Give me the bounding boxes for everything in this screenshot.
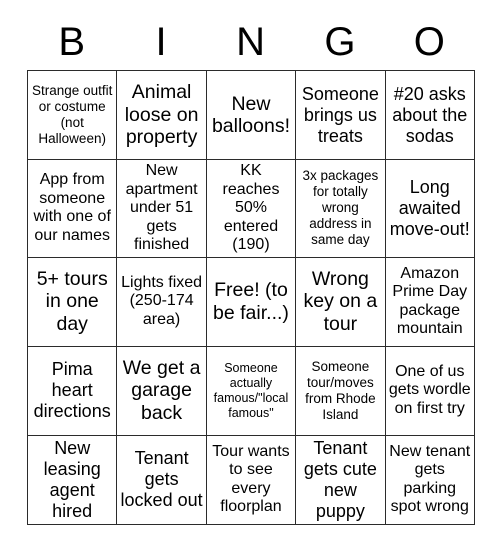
bingo-cell[interactable]: KK reaches 50% entered (190) bbox=[205, 159, 297, 258]
bingo-cell[interactable]: App from someone with one of our names bbox=[26, 159, 118, 258]
bingo-cell[interactable]: 3x packages for totally wrong address in… bbox=[295, 159, 386, 258]
bingo-header-letter-b: B bbox=[58, 20, 86, 64]
bingo-cell-label: Someone actually famous/"local famous" bbox=[213, 360, 289, 420]
bingo-row: Strange outfit or costume (not Halloween… bbox=[26, 70, 475, 160]
bingo-cell[interactable]: Wrong key on a tour bbox=[295, 256, 386, 347]
bingo-cell[interactable]: New balloons! bbox=[205, 70, 297, 160]
bingo-cell-label: Tour wants to see every floorplan bbox=[212, 442, 290, 516]
bingo-header-letter-i: I bbox=[155, 20, 167, 64]
bingo-cell-label: Lights fixed (250-174 area) bbox=[121, 273, 203, 328]
bingo-cell[interactable]: #20 asks about the sodas bbox=[384, 70, 475, 160]
bingo-cell-label: KK reaches 50% entered (190) bbox=[222, 162, 280, 253]
bingo-cell-label: #20 asks about the sodas bbox=[392, 83, 468, 146]
bingo-cell-label: App from someone with one of our names bbox=[33, 171, 111, 244]
bingo-row: 5+ tours in one day Lights fixed (250-17… bbox=[26, 256, 475, 347]
bingo-cell-label: New tenant gets parking spot wrong bbox=[389, 442, 471, 516]
bingo-free-space-label: Free! (to be fair...) bbox=[213, 279, 289, 324]
bingo-cell-label: Long awaited move-out! bbox=[389, 176, 470, 239]
bingo-cell[interactable]: New apartment under 51 gets finished bbox=[116, 159, 207, 258]
bingo-cell[interactable]: Someone actually famous/"local famous" bbox=[205, 345, 297, 436]
bingo-cell[interactable]: Amazon Prime Day package mountain bbox=[384, 256, 475, 347]
bingo-cell[interactable]: Someone tour/moves from Rhode Island bbox=[295, 345, 386, 436]
bingo-row: New leasing agent hired Tenant gets lock… bbox=[26, 434, 475, 525]
bingo-cell-label: 3x packages for totally wrong address in… bbox=[302, 168, 379, 248]
bingo-cell-label: We get a garage back bbox=[122, 356, 201, 424]
bingo-cell-label: New balloons! bbox=[211, 92, 290, 138]
bingo-cell[interactable]: Animal loose on property bbox=[116, 70, 207, 160]
bingo-cell-free[interactable]: Free! (to be fair...) bbox=[205, 256, 297, 347]
bingo-cell[interactable]: Tenant gets cute new puppy bbox=[295, 434, 386, 525]
bingo-cell[interactable]: Pima heart directions bbox=[26, 345, 118, 436]
bingo-cell-label: Someone brings us treats bbox=[301, 83, 379, 146]
bingo-row: Pima heart directions We get a garage ba… bbox=[26, 345, 475, 436]
bingo-cell-label: Animal loose on property bbox=[124, 81, 199, 149]
bingo-cell-label: Pima heart directions bbox=[33, 359, 111, 421]
bingo-cell-label: New apartment under 51 gets finished bbox=[125, 162, 198, 253]
bingo-cell[interactable]: New tenant gets parking spot wrong bbox=[384, 434, 475, 525]
bingo-header-letter-g: G bbox=[324, 20, 356, 64]
bingo-header-letter-o: O bbox=[413, 20, 445, 64]
bingo-cell[interactable]: Tour wants to see every floorplan bbox=[205, 434, 297, 525]
bingo-cell-label: One of us gets wordle on first try bbox=[388, 362, 471, 417]
bingo-cell[interactable]: Tenant gets locked out bbox=[116, 434, 207, 525]
bingo-card: B I N G O Strange outfit or costume (not… bbox=[26, 14, 475, 525]
bingo-cell[interactable]: 5+ tours in one day bbox=[26, 256, 118, 347]
bingo-cell-label: Tenant gets locked out bbox=[120, 448, 203, 510]
bingo-cell-label: Tenant gets cute new puppy bbox=[303, 437, 377, 521]
bingo-cell[interactable]: One of us gets wordle on first try bbox=[384, 345, 475, 436]
bingo-cell[interactable]: We get a garage back bbox=[116, 345, 207, 436]
bingo-cell-label: New leasing agent hired bbox=[43, 437, 101, 521]
bingo-cell-label: Wrong key on a tour bbox=[303, 267, 378, 335]
bingo-header: B I N G O bbox=[27, 14, 474, 70]
bingo-cell[interactable]: Someone brings us treats bbox=[295, 70, 386, 160]
bingo-cell[interactable]: New leasing agent hired bbox=[26, 434, 118, 525]
bingo-grid: Strange outfit or costume (not Halloween… bbox=[26, 70, 475, 525]
bingo-cell-label: Strange outfit or costume (not Halloween… bbox=[32, 83, 113, 146]
bingo-cell[interactable]: Long awaited move-out! bbox=[384, 159, 475, 258]
bingo-row: App from someone with one of our names N… bbox=[26, 159, 475, 258]
bingo-cell-label: Someone tour/moves from Rhode Island bbox=[305, 358, 376, 422]
bingo-cell[interactable]: Strange outfit or costume (not Halloween… bbox=[26, 70, 118, 160]
bingo-cell-label: 5+ tours in one day bbox=[36, 267, 108, 335]
bingo-cell-label: Amazon Prime Day package mountain bbox=[392, 264, 468, 338]
bingo-cell[interactable]: Lights fixed (250-174 area) bbox=[116, 256, 207, 347]
bingo-header-letter-n: N bbox=[236, 20, 265, 64]
